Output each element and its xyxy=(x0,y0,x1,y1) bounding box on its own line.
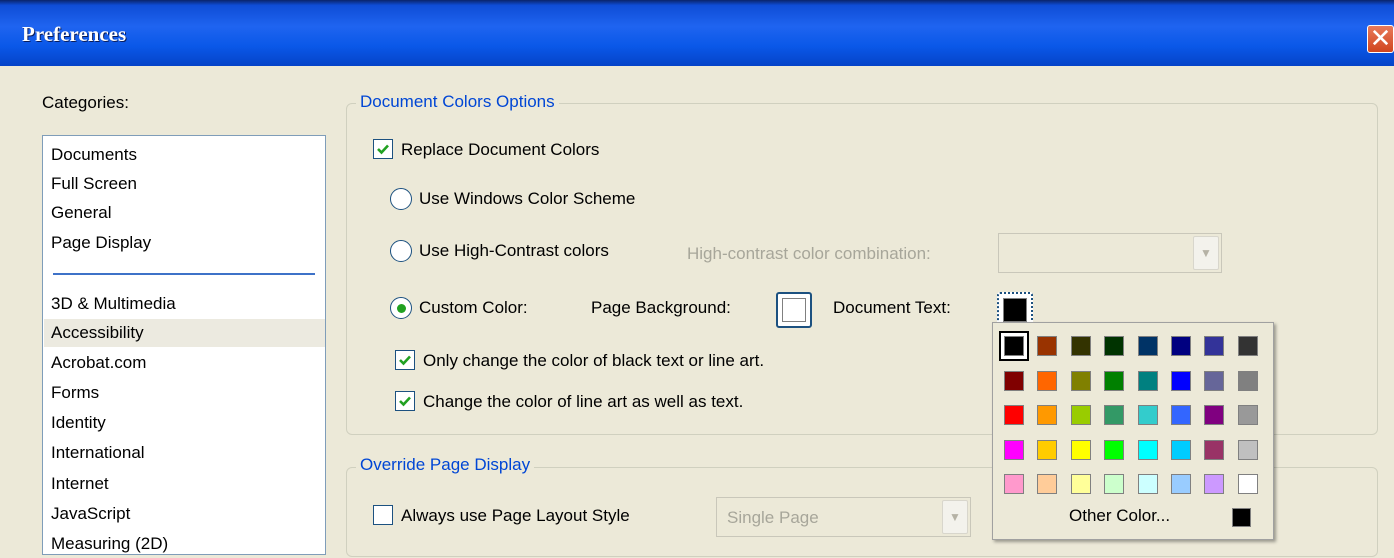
check-icon xyxy=(399,396,411,407)
replace-colors-label: Replace Document Colors xyxy=(401,140,600,159)
color-swatch[interactable] xyxy=(1171,405,1191,425)
color-swatch[interactable] xyxy=(1204,336,1225,356)
color-swatch[interactable] xyxy=(1070,439,1091,460)
custom-color-radio[interactable] xyxy=(390,297,412,319)
categories-list[interactable]: Documents Full Screen General Page Displ… xyxy=(42,135,326,555)
color-swatch[interactable] xyxy=(1237,474,1258,494)
radio-selected-dot xyxy=(396,303,406,313)
category-item[interactable]: International xyxy=(51,439,145,467)
category-item[interactable]: Forms xyxy=(51,379,99,407)
color-palette-popup: Other Color... xyxy=(992,322,1274,540)
check-icon xyxy=(399,355,411,366)
document-text-color xyxy=(1003,298,1027,322)
color-swatch[interactable] xyxy=(1171,439,1191,460)
title-bar xyxy=(0,0,1394,66)
category-item-selected[interactable]: Accessibility xyxy=(44,319,325,347)
category-item[interactable]: 3D & Multimedia xyxy=(51,290,176,318)
windows-scheme-label: Use Windows Color Scheme xyxy=(419,189,636,208)
always-layout-label: Always use Page Layout Style xyxy=(401,506,630,525)
color-swatch[interactable] xyxy=(1171,474,1191,494)
close-icon: ✕ xyxy=(1369,23,1392,53)
category-item[interactable]: Documents xyxy=(51,141,137,169)
category-item[interactable]: General xyxy=(51,199,111,227)
line-art-checkbox[interactable] xyxy=(395,391,415,411)
color-swatch[interactable] xyxy=(1037,370,1058,391)
categories-label: Categories: xyxy=(42,93,129,112)
color-swatch[interactable] xyxy=(1237,439,1258,460)
document-text-label: Document Text: xyxy=(833,298,951,317)
color-swatch[interactable] xyxy=(1004,474,1024,494)
page-layout-combo[interactable]: Single Page ▼ xyxy=(716,497,971,537)
window-title: Preferences xyxy=(22,22,127,46)
color-swatch[interactable] xyxy=(1004,370,1024,391)
color-swatch[interactable] xyxy=(1137,405,1158,425)
color-swatch[interactable] xyxy=(1037,405,1058,425)
color-swatch[interactable] xyxy=(1204,439,1225,460)
color-swatch[interactable] xyxy=(1037,336,1058,356)
high-contrast-label: Use High-Contrast colors xyxy=(419,241,609,260)
category-item[interactable]: Identity xyxy=(51,409,106,437)
custom-color-label: Custom Color: xyxy=(419,298,528,317)
color-swatch[interactable] xyxy=(1070,405,1091,425)
color-swatch[interactable] xyxy=(1171,336,1191,356)
windows-scheme-radio[interactable] xyxy=(390,188,412,210)
high-contrast-combo-label: High-contrast color combination: xyxy=(687,244,931,263)
color-swatch[interactable] xyxy=(1171,370,1191,391)
color-swatch[interactable] xyxy=(1070,370,1091,391)
category-item[interactable]: JavaScript xyxy=(51,500,130,528)
color-swatch[interactable] xyxy=(1137,439,1158,460)
document-colors-title: Document Colors Options xyxy=(356,92,559,112)
color-swatch[interactable] xyxy=(1137,370,1158,391)
color-swatch[interactable] xyxy=(1070,336,1091,356)
color-swatch[interactable] xyxy=(1104,405,1125,425)
category-item[interactable]: Internet xyxy=(51,470,109,498)
color-swatch[interactable] xyxy=(1104,474,1125,494)
page-background-color xyxy=(782,298,806,322)
color-swatch[interactable] xyxy=(1137,474,1158,494)
check-icon xyxy=(377,144,389,155)
color-swatch[interactable] xyxy=(1204,405,1225,425)
color-swatch[interactable] xyxy=(1204,370,1225,391)
only-black-label: Only change the color of black text or l… xyxy=(423,351,765,370)
line-art-label: Change the color of line art as well as … xyxy=(423,392,744,411)
color-swatch[interactable] xyxy=(1037,474,1058,494)
color-swatch[interactable] xyxy=(1070,474,1091,494)
color-swatch[interactable] xyxy=(1104,336,1125,356)
color-swatch[interactable] xyxy=(1037,439,1058,460)
category-item[interactable]: Measuring (2D) xyxy=(51,530,168,558)
color-swatch[interactable] xyxy=(1104,370,1125,391)
color-swatch[interactable] xyxy=(1004,439,1024,460)
category-separator xyxy=(53,273,315,275)
only-black-checkbox[interactable] xyxy=(395,350,415,370)
color-swatch[interactable] xyxy=(1104,439,1125,460)
color-swatch[interactable] xyxy=(1004,336,1024,356)
close-button[interactable]: ✕ xyxy=(1367,25,1394,53)
page-background-swatch-button[interactable] xyxy=(776,292,812,328)
always-layout-checkbox[interactable] xyxy=(373,505,393,525)
color-swatch[interactable] xyxy=(1237,370,1258,391)
chevron-down-icon: ▼ xyxy=(1193,236,1219,270)
other-color-swatch xyxy=(1232,508,1251,527)
color-swatch[interactable] xyxy=(1137,336,1158,356)
category-item[interactable]: Page Display xyxy=(51,229,151,257)
color-swatch[interactable] xyxy=(1204,474,1225,494)
chevron-down-icon: ▼ xyxy=(942,500,968,534)
color-swatch[interactable] xyxy=(1237,336,1258,356)
category-item[interactable]: Acrobat.com xyxy=(51,349,146,377)
override-page-display-title: Override Page Display xyxy=(356,455,535,475)
color-swatch[interactable] xyxy=(1004,405,1024,425)
replace-colors-checkbox[interactable] xyxy=(373,139,393,159)
high-contrast-combo[interactable]: ▼ xyxy=(998,233,1222,273)
high-contrast-radio[interactable] xyxy=(390,240,412,262)
page-layout-value: Single Page xyxy=(727,508,819,527)
category-item[interactable]: Full Screen xyxy=(51,170,137,198)
other-color-button[interactable]: Other Color... xyxy=(1069,506,1170,526)
color-swatch[interactable] xyxy=(1237,405,1258,425)
page-background-label: Page Background: xyxy=(591,298,731,317)
